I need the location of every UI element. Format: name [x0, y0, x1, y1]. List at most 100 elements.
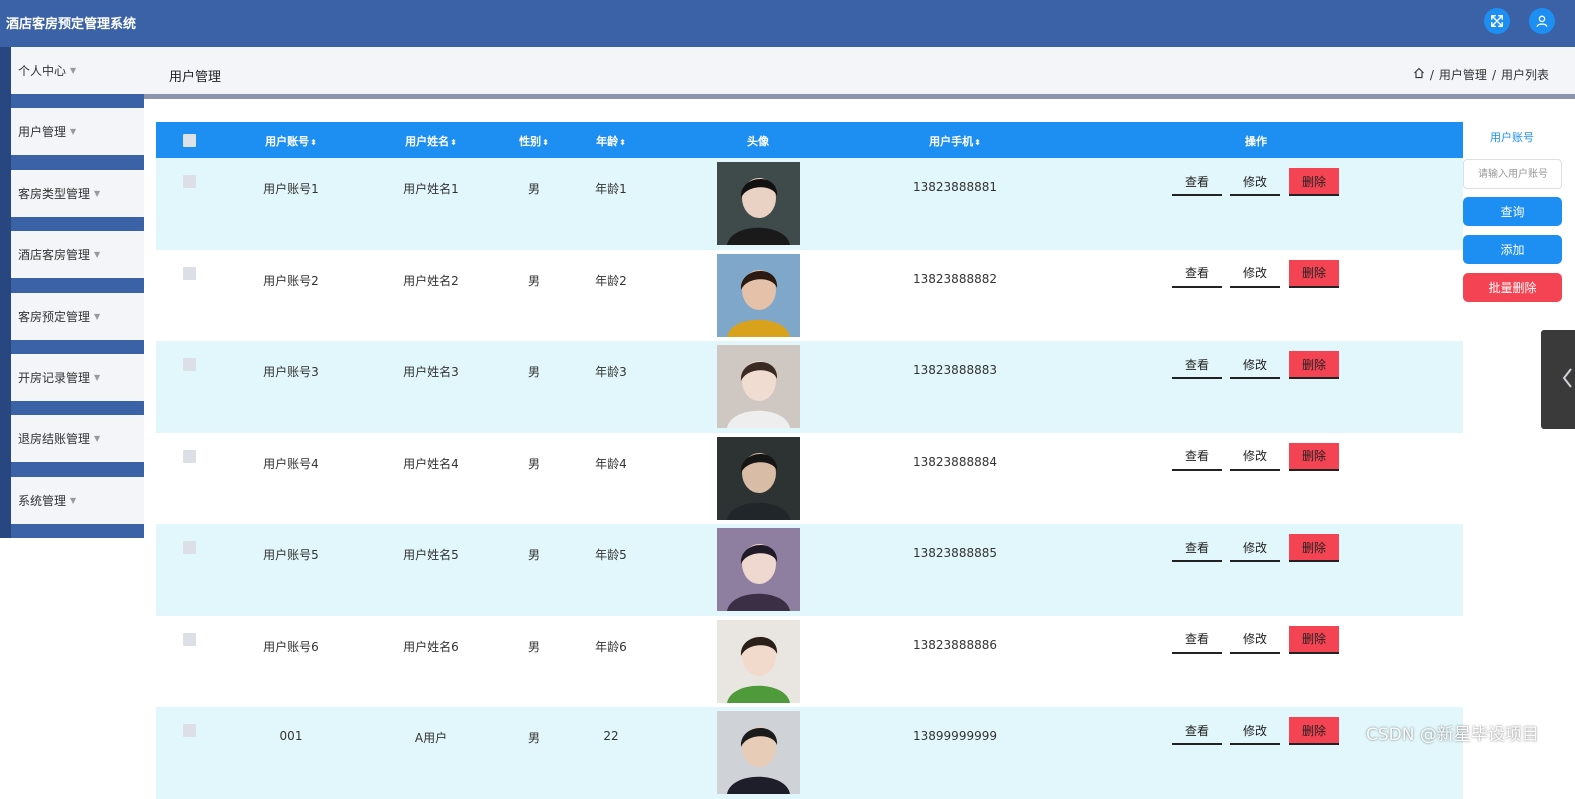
- sidebar-item[interactable]: 酒店客房管理 ▼: [11, 231, 144, 278]
- caret-down-icon: ▼: [94, 189, 101, 198]
- table-row: 用户账号4 用户姓名4 男 年龄4 13823888884 查看 修改 删除: [156, 432, 1463, 524]
- sidebar-item[interactable]: 客房类型管理 ▼: [11, 170, 144, 217]
- view-button[interactable]: 查看: [1172, 443, 1222, 471]
- table-row: 用户账号6 用户姓名6 男 年龄6 13823888886 查看 修改 删除: [156, 615, 1463, 707]
- view-button[interactable]: 查看: [1172, 534, 1222, 562]
- caret-down-icon: ▼: [70, 66, 77, 75]
- row-checkbox[interactable]: [183, 632, 196, 646]
- chevron-left-icon: [1561, 367, 1573, 393]
- row-checkbox[interactable]: [183, 358, 196, 371]
- view-button[interactable]: 查看: [1172, 717, 1222, 745]
- row-checkbox[interactable]: [183, 449, 196, 463]
- delete-button[interactable]: 删除: [1289, 442, 1339, 471]
- search-label: 用户账号: [1490, 131, 1534, 144]
- cell-phone: 13823888884: [913, 454, 997, 469]
- row-checkbox[interactable]: [183, 266, 196, 280]
- sidebar-item[interactable]: 退房结账管理 ▼: [11, 415, 144, 462]
- view-button[interactable]: 查看: [1172, 260, 1222, 288]
- delete-button[interactable]: 删除: [1289, 534, 1339, 562]
- table-row: 用户账号1 用户姓名1 男 年龄1 13823888881 查看 修改 删除: [156, 158, 1463, 250]
- query-button[interactable]: 查询: [1463, 197, 1562, 226]
- view-button[interactable]: 查看: [1172, 168, 1222, 196]
- add-button[interactable]: 添加: [1463, 235, 1562, 264]
- caret-down-icon: ▼: [94, 250, 101, 259]
- cell-name: 用户姓名6: [403, 639, 459, 654]
- delete-button[interactable]: 删除: [1289, 351, 1339, 379]
- user-icon[interactable]: [1529, 8, 1555, 34]
- cell-account: 用户账号6: [263, 639, 319, 654]
- cell-account: 用户账号5: [263, 548, 319, 562]
- cell-phone: 13823888881: [913, 180, 997, 194]
- batch-delete-button[interactable]: 批量删除: [1463, 273, 1562, 302]
- home-icon[interactable]: [1413, 67, 1425, 82]
- cell-name: 用户姓名3: [403, 365, 459, 379]
- edit-button[interactable]: 修改: [1230, 260, 1280, 288]
- view-button[interactable]: 查看: [1172, 351, 1222, 379]
- sidebar-item[interactable]: 个人中心 ▼: [11, 47, 144, 94]
- cell-age: 年龄5: [595, 548, 627, 562]
- cell-name: 用户姓名2: [403, 273, 459, 288]
- cell-account: 用户账号4: [263, 456, 319, 471]
- sidebar-item[interactable]: 客房预定管理 ▼: [11, 293, 144, 340]
- breadcrumb-user-management[interactable]: 用户管理: [1439, 66, 1487, 83]
- sidebar-item-label: 客房预定管理: [18, 310, 91, 324]
- watermark: CSDN @新星毕设项目: [1366, 725, 1539, 745]
- column-header-age[interactable]: 年龄⬍: [596, 133, 626, 149]
- view-button[interactable]: 查看: [1172, 626, 1222, 654]
- search-input[interactable]: [1463, 159, 1562, 189]
- cell-name: A用户: [414, 731, 448, 745]
- breadcrumb-separator: /: [1429, 67, 1434, 82]
- edit-button[interactable]: 修改: [1230, 168, 1280, 196]
- header-divider: [144, 94, 1575, 99]
- cell-phone: 13899999999: [913, 729, 997, 743]
- column-header-name[interactable]: 用户姓名⬍: [405, 133, 457, 149]
- fullscreen-icon[interactable]: [1484, 8, 1510, 34]
- sidebar-item-label: 开房记录管理: [18, 371, 91, 385]
- caret-down-icon: ▼: [94, 434, 101, 443]
- column-header-phone[interactable]: 用户手机⬍: [929, 133, 981, 149]
- sidebar-item[interactable]: 系统管理 ▼: [11, 477, 144, 524]
- edit-button[interactable]: 修改: [1230, 626, 1280, 654]
- cell-account: 用户账号2: [263, 273, 319, 288]
- delete-button[interactable]: 删除: [1289, 168, 1339, 196]
- cell-age: 年龄6: [595, 639, 627, 654]
- app-title: 酒店客房预定管理系统: [6, 17, 137, 32]
- cell-gender: 男: [527, 365, 541, 379]
- cell-gender: 男: [527, 731, 541, 745]
- sort-icon[interactable]: ⬍: [450, 138, 457, 147]
- column-header-avatar: 头像: [747, 135, 769, 148]
- sort-icon[interactable]: ⬍: [974, 138, 981, 147]
- top-header: 酒店客房预定管理系统: [0, 0, 1575, 47]
- edit-button[interactable]: 修改: [1230, 534, 1280, 562]
- cell-age: 年龄3: [595, 365, 627, 379]
- row-checkbox[interactable]: [183, 175, 196, 188]
- cell-phone: 13823888882: [913, 271, 997, 286]
- delete-button[interactable]: 删除: [1289, 717, 1339, 745]
- row-checkbox[interactable]: [183, 724, 196, 737]
- sidebar-item-label: 个人中心: [18, 64, 67, 78]
- avatar: [717, 436, 800, 520]
- sidebar-item-label: 退房结账管理: [18, 432, 91, 446]
- user-table: 用户账号⬍ 用户姓名⬍ 性别⬍ 年龄⬍ 头像 用户手机⬍ 操作 用户账号1 用户姓…: [156, 122, 1463, 799]
- edit-button[interactable]: 修改: [1230, 351, 1280, 379]
- avatar: [717, 345, 800, 428]
- sort-icon[interactable]: ⬍: [310, 138, 317, 147]
- column-header-account[interactable]: 用户账号⬍: [265, 133, 317, 149]
- sidebar-item[interactable]: 开房记录管理 ▼: [11, 354, 144, 401]
- sort-icon[interactable]: ⬍: [542, 138, 549, 147]
- cell-age: 22: [603, 729, 619, 743]
- cell-phone: 13823888885: [913, 546, 997, 560]
- sidebar-item[interactable]: 用户管理 ▼: [11, 108, 144, 155]
- edit-button[interactable]: 修改: [1230, 717, 1280, 745]
- row-checkbox[interactable]: [183, 541, 196, 554]
- breadcrumb-user-list: 用户列表: [1500, 68, 1549, 82]
- delete-button[interactable]: 删除: [1289, 259, 1339, 288]
- edit-button[interactable]: 修改: [1230, 443, 1280, 471]
- select-all-checkbox[interactable]: [183, 134, 196, 147]
- cell-account: 用户账号1: [263, 182, 319, 196]
- sort-icon[interactable]: ⬍: [619, 138, 626, 147]
- delete-button[interactable]: 删除: [1289, 625, 1339, 654]
- sidebar-item-label: 用户管理: [18, 125, 67, 139]
- column-header-gender[interactable]: 性别⬍: [519, 133, 549, 149]
- panel-toggle-tab[interactable]: [1541, 330, 1575, 429]
